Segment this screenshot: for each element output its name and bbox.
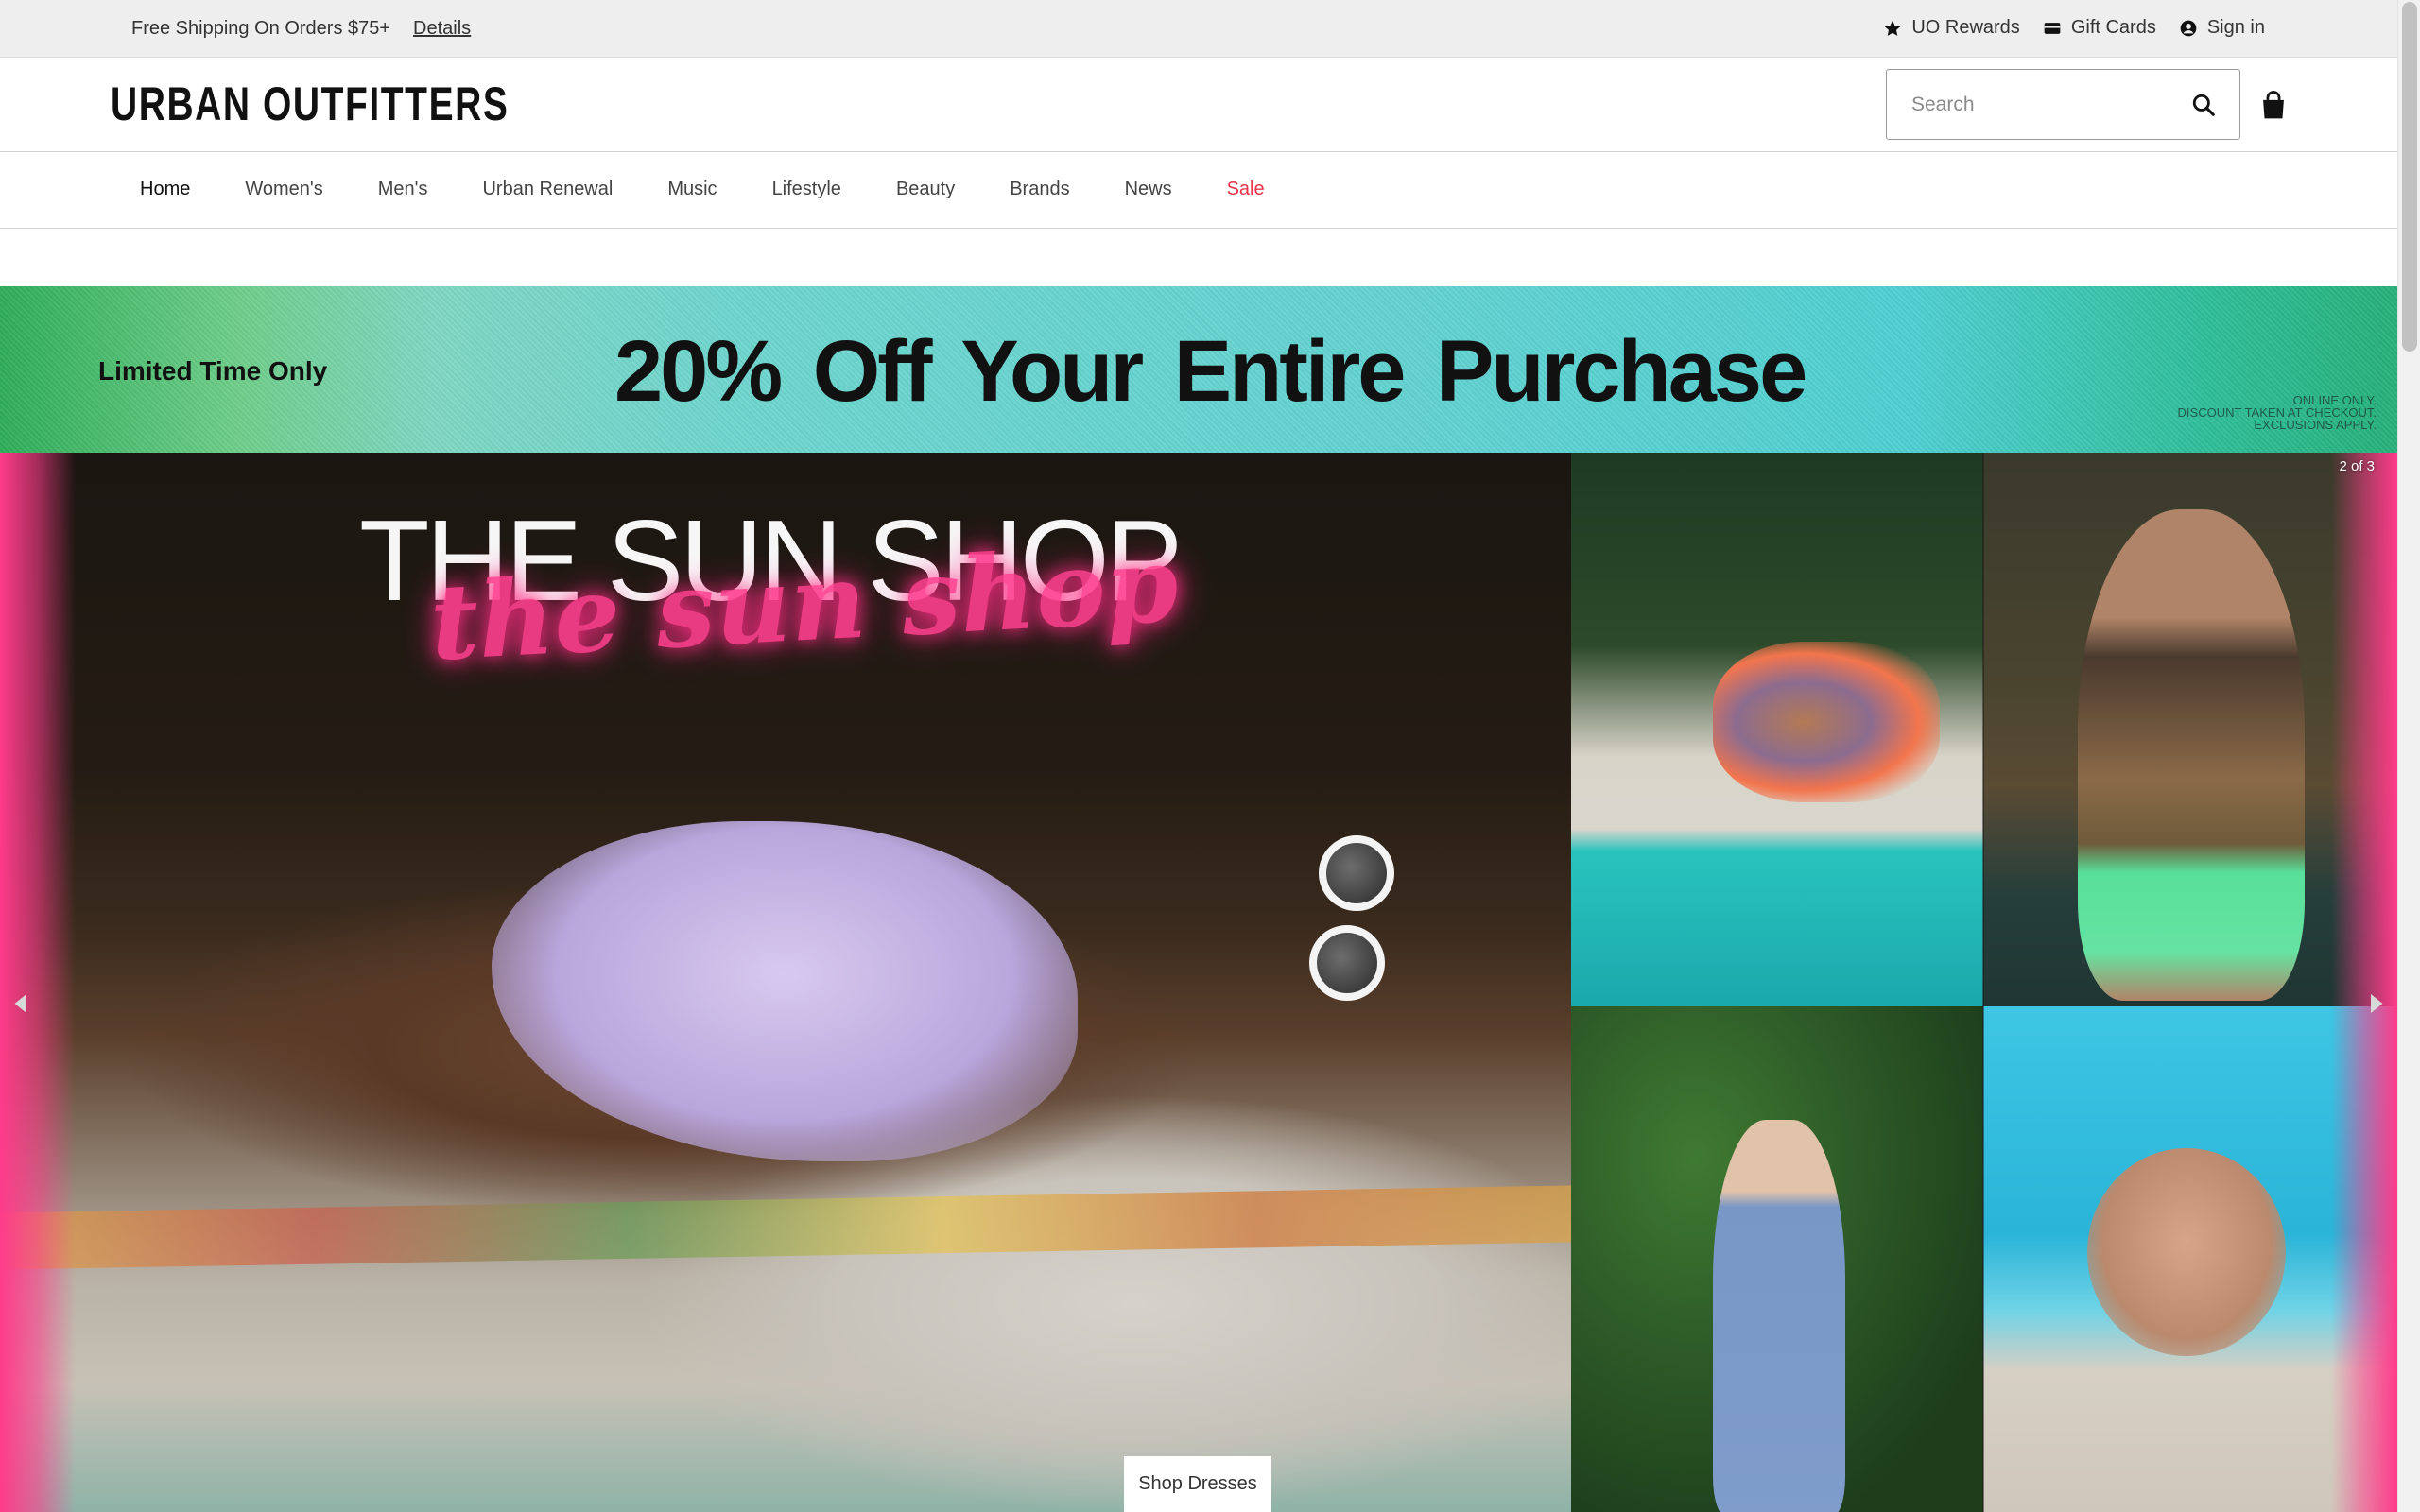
uo-rewards-label: UO Rewards (1911, 17, 2020, 38)
shipping-message: Free Shipping On Orders $75+ Details (131, 18, 471, 40)
nav-item-urban-renewal[interactable]: Urban Renewal (482, 179, 613, 200)
nav-item-beauty[interactable]: Beauty (896, 179, 955, 200)
shopping-bag-icon[interactable] (2259, 90, 2288, 122)
main-nav: Home Women's Men's Urban Renewal Music L… (0, 153, 2397, 229)
gift-cards-label: Gift Cards (2070, 17, 2156, 38)
tile-divider (1982, 453, 1984, 1512)
nav-item-news[interactable]: News (1125, 179, 1172, 200)
hero-pink-glow (2331, 453, 2397, 1512)
card-icon (2044, 22, 2061, 34)
utility-bar: Free Shipping On Orders $75+ Details UO … (0, 0, 2397, 58)
user-circle-icon (2180, 20, 2197, 36)
promo-limited-time: Limited Time Only (98, 356, 328, 386)
site-header: URBAN OUTFITTERS (0, 58, 2397, 152)
nav-item-lifestyle[interactable]: Lifestyle (772, 179, 841, 200)
hero-main-image: THE SUN SHOP the sun shop (0, 453, 1571, 1512)
search-icon (2192, 94, 2215, 116)
page-scrollbar[interactable] (2397, 0, 2420, 1512)
hero-tile-poolside (1571, 453, 1983, 1006)
promo-fine-line: EXCLUSIONS APPLY. (2254, 418, 2377, 432)
gift-cards-link[interactable]: Gift Cards (2043, 17, 2156, 39)
chevron-right-icon[interactable] (2361, 989, 2390, 1018)
uo-rewards-link[interactable]: UO Rewards (1883, 17, 2020, 39)
search-box (1886, 69, 2240, 140)
hero-tile-blue-dress (1571, 1006, 1983, 1512)
nav-item-brands[interactable]: Brands (1010, 179, 1069, 200)
search-button[interactable] (2190, 92, 2217, 118)
nav-item-music[interactable]: Music (667, 179, 717, 200)
site-logo[interactable]: URBAN OUTFITTERS (111, 77, 509, 131)
sunglasses-graphic (1309, 835, 1413, 1005)
scrollbar-thumb[interactable] (2402, 2, 2417, 352)
promo-banner[interactable]: Limited Time Only 20% Off Your Entire Pu… (0, 286, 2397, 453)
shop-dresses-button[interactable]: Shop Dresses (1124, 1456, 1271, 1512)
promo-fine-print: ONLINE ONLY. DISCOUNT TAKEN AT CHECKOUT.… (2178, 394, 2377, 431)
shipping-text: Free Shipping On Orders $75+ (131, 18, 391, 39)
sign-in-label: Sign in (2206, 17, 2265, 38)
slide-counter: 2 of 3 (2339, 458, 2375, 474)
sign-in-link[interactable]: Sign in (2179, 17, 2265, 39)
nav-item-sale[interactable]: Sale (1227, 179, 1265, 200)
hero-pink-glow (0, 453, 76, 1512)
utility-links: UO Rewards Gift Cards Sign in (1883, 17, 2265, 39)
star-icon (1884, 20, 1901, 36)
nav-item-home[interactable]: Home (140, 179, 190, 200)
chevron-left-icon[interactable] (8, 989, 36, 1018)
shipping-details-link[interactable]: Details (413, 18, 471, 40)
promo-headline: 20% Off Your Entire Purchase (614, 323, 1807, 420)
nav-item-womens[interactable]: Women's (245, 179, 322, 200)
hero-carousel[interactable]: THE SUN SHOP the sun shop 2 of 3 (0, 453, 2397, 1512)
search-input[interactable] (1911, 93, 2190, 116)
nav-item-mens[interactable]: Men's (378, 179, 428, 200)
